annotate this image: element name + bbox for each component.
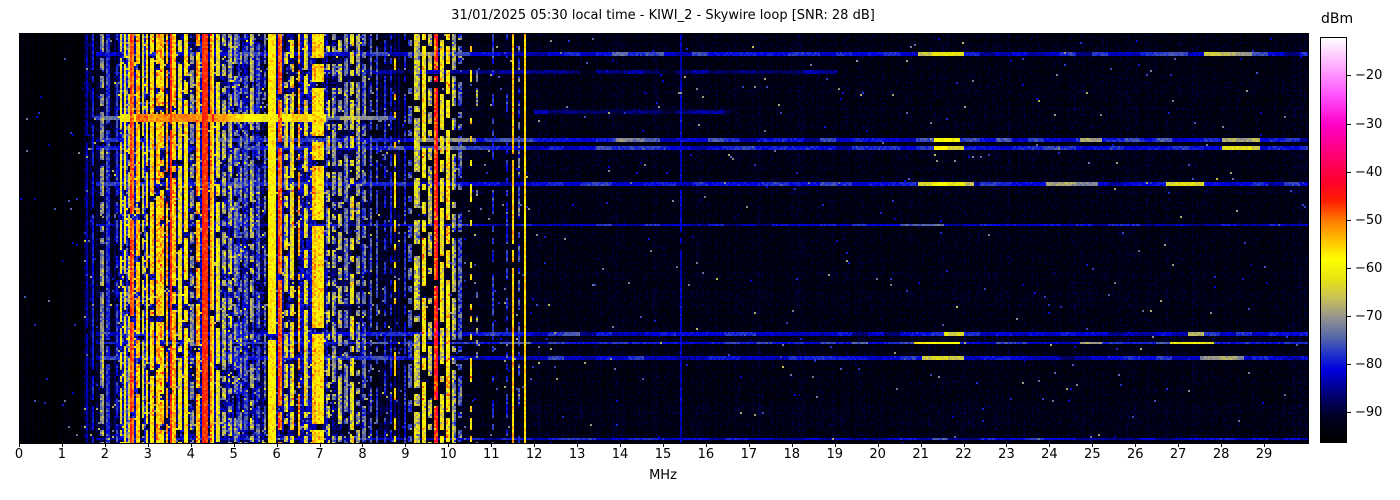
- x-tick-label: 18: [783, 447, 801, 462]
- x-tick-label: 16: [697, 447, 715, 462]
- x-tick-label: 22: [955, 447, 972, 462]
- x-tick-label: 11: [482, 447, 500, 462]
- colorbar-tick-label: −70: [1355, 308, 1383, 324]
- colorbar-tick-label: −40: [1355, 164, 1383, 180]
- plot-area: [19, 33, 1309, 444]
- colorbar-tick-mark: [1347, 171, 1351, 173]
- x-tick-label: 8: [358, 447, 367, 462]
- x-tick-label: 27: [1169, 447, 1187, 462]
- x-tick-label: 1: [57, 447, 67, 462]
- colorbar-tick-mark: [1347, 219, 1351, 221]
- colorbar-tick-label: −60: [1355, 260, 1383, 276]
- colorbar-unit-label: dBm: [1321, 11, 1354, 27]
- colorbar-tick-mark: [1347, 315, 1351, 317]
- x-tick-label: 24: [1041, 447, 1058, 462]
- x-tick-label: 14: [611, 447, 629, 462]
- x-tick-label: 20: [869, 447, 886, 462]
- x-tick-label: 2: [100, 447, 109, 462]
- x-tick-label: 9: [401, 447, 410, 462]
- colorbar-tick-label: −20: [1355, 68, 1383, 84]
- x-axis-label: MHz: [649, 468, 677, 483]
- x-tick-label: 13: [568, 447, 586, 462]
- colorbar-tick-mark: [1347, 267, 1351, 269]
- spectrogram-figure: 31/01/2025 05:30 local time - KIWI_2 - S…: [0, 0, 1400, 500]
- x-tick-label: 25: [1084, 447, 1101, 462]
- spectrogram-canvas: [20, 34, 1308, 443]
- x-tick-label: 4: [186, 447, 195, 462]
- colorbar-tick-mark: [1347, 364, 1351, 366]
- colorbar-tick-label: −80: [1355, 357, 1383, 373]
- x-tick-label: 15: [654, 447, 672, 462]
- colorbar-tick-mark: [1347, 412, 1351, 414]
- x-tick-label: 7: [315, 447, 324, 462]
- colorbar-tick-label: −90: [1355, 405, 1383, 421]
- x-tick-label: 12: [525, 447, 543, 462]
- colorbar: [1320, 37, 1347, 443]
- plot-title: 31/01/2025 05:30 local time - KIWI_2 - S…: [451, 8, 875, 23]
- x-tick-label: 28: [1212, 447, 1230, 462]
- x-tick-label: 5: [229, 447, 238, 462]
- x-tick-label: 21: [912, 447, 929, 462]
- colorbar-tick-mark: [1347, 123, 1351, 125]
- x-tick-label: 3: [143, 447, 152, 462]
- x-tick-label: 10: [440, 447, 457, 462]
- colorbar-tick-mark: [1347, 75, 1351, 77]
- x-tick-label: 0: [14, 447, 24, 462]
- x-tick-label: 17: [740, 447, 758, 462]
- x-tick-label: 29: [1255, 447, 1273, 462]
- x-tick-label: 6: [272, 447, 281, 462]
- colorbar-tick-label: −50: [1355, 212, 1383, 228]
- x-tick-label: 19: [826, 447, 843, 462]
- colorbar-tick-label: −30: [1355, 116, 1383, 132]
- x-tick-label: 23: [998, 447, 1015, 462]
- x-tick-label: 26: [1126, 447, 1144, 462]
